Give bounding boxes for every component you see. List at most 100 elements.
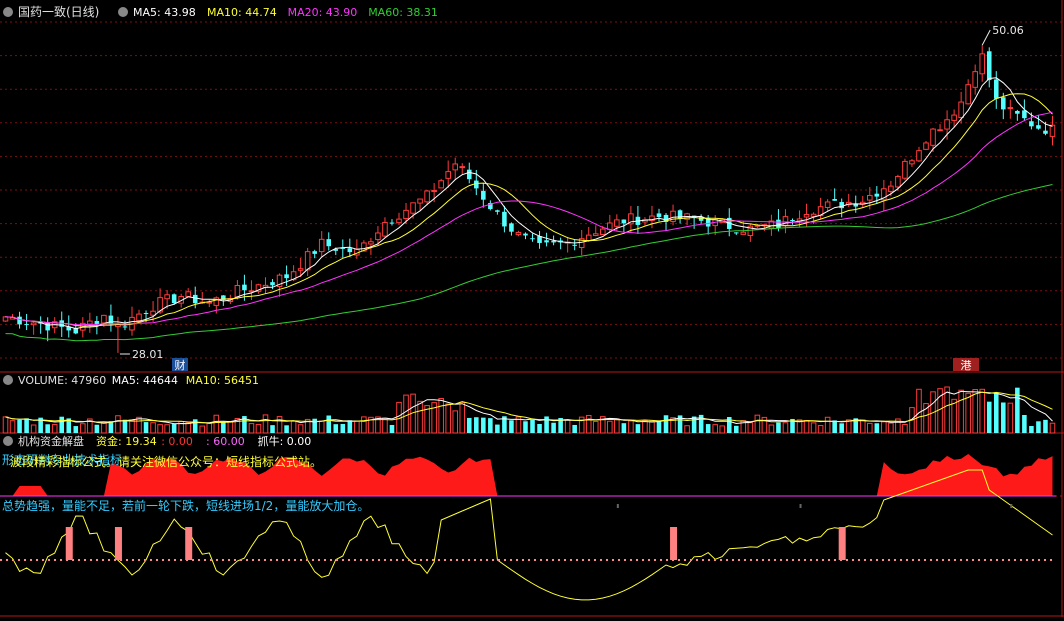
candle-body xyxy=(474,180,479,189)
volume-bar xyxy=(734,425,739,433)
candle-body xyxy=(734,232,739,234)
volume-bar xyxy=(628,420,634,434)
volume-bar xyxy=(80,423,86,434)
buy-signal-bar xyxy=(185,527,193,560)
volume-bar xyxy=(24,418,29,433)
volume-bar xyxy=(585,414,592,434)
volume-bar xyxy=(684,425,690,434)
volume-bar xyxy=(810,422,817,434)
candle-body xyxy=(248,290,255,293)
volume-bar xyxy=(712,424,718,434)
volume-bar xyxy=(803,419,810,434)
candle-body xyxy=(502,211,507,227)
volume-bar xyxy=(361,416,367,434)
indicator-legend-1: : 0.00 xyxy=(161,435,193,448)
volume-bar xyxy=(30,424,37,434)
low-price-label: 28.01 xyxy=(132,348,164,361)
candle-body xyxy=(509,223,514,232)
ma-legend-0: MA5: 43.98 xyxy=(133,6,196,19)
volume-bar xyxy=(614,418,620,434)
stock-name: 国药一致(日线) xyxy=(18,5,99,19)
candle-body xyxy=(993,79,999,99)
volume-bar xyxy=(157,424,163,434)
volume-bar xyxy=(523,421,528,433)
candle-body xyxy=(530,238,535,240)
candle-body xyxy=(874,193,880,197)
volume-bar xyxy=(986,401,992,433)
candle-body xyxy=(284,274,289,279)
volume-bar xyxy=(445,403,451,434)
candle-body xyxy=(318,238,325,253)
candle-body xyxy=(1029,121,1034,127)
volume-bar xyxy=(115,415,121,434)
candle-body xyxy=(445,171,451,179)
candle-body xyxy=(242,284,247,291)
volume-bar xyxy=(832,420,837,433)
volume-bar xyxy=(221,421,226,433)
volume-ma-legend-0: MA5: 44644 xyxy=(112,374,178,387)
volume-bar xyxy=(354,420,360,434)
volume-bar xyxy=(782,422,789,434)
volume-bar xyxy=(284,425,289,433)
candle-body xyxy=(481,190,486,200)
candle-body xyxy=(776,219,781,229)
volume-bar xyxy=(944,386,950,434)
candle-body xyxy=(17,316,22,325)
candle-body xyxy=(515,231,522,236)
indicator-title: 机构资金解盘 xyxy=(18,434,84,448)
collapse-icon xyxy=(3,7,13,17)
buy-signal-bar xyxy=(838,527,846,560)
candle-body xyxy=(185,291,191,297)
volume-bar xyxy=(122,419,128,433)
candle-body xyxy=(234,285,241,298)
candle-body xyxy=(431,190,437,193)
candle-body xyxy=(368,241,374,245)
volume-bar xyxy=(290,420,297,434)
candle-body xyxy=(389,222,395,224)
candle-body xyxy=(312,251,317,254)
volume-bar xyxy=(45,424,50,433)
candle-body xyxy=(424,190,430,203)
candle-body xyxy=(965,84,971,105)
volume-bar xyxy=(262,414,269,434)
volume-bar xyxy=(73,426,79,433)
candle-body xyxy=(171,294,177,304)
candle-body xyxy=(192,294,198,304)
volume-bar xyxy=(276,416,283,434)
candle-body xyxy=(1007,107,1014,110)
volume-ma-legend-1: MA10: 56451 xyxy=(186,374,259,387)
volume-bar xyxy=(164,424,170,434)
buy-signal-bar xyxy=(114,527,122,560)
candle-body xyxy=(621,219,627,224)
tick-mark xyxy=(616,504,619,508)
volume-bar xyxy=(1001,402,1006,433)
candle-body xyxy=(607,222,613,230)
high-price-label: 50.06 xyxy=(992,24,1024,37)
volume-bar xyxy=(754,414,761,434)
candle-body xyxy=(972,71,978,88)
candle-body xyxy=(951,114,957,121)
candle-body xyxy=(466,169,472,180)
candle-body xyxy=(790,220,795,222)
volume-bar xyxy=(143,422,149,433)
volume-bar xyxy=(839,423,844,433)
candle-body xyxy=(1015,110,1020,114)
volume-bar xyxy=(564,419,571,434)
candle-body xyxy=(839,202,844,209)
candle-body xyxy=(979,53,986,75)
volume-bar xyxy=(761,416,768,434)
volume-bar xyxy=(993,393,999,433)
volume-bar xyxy=(1049,422,1056,434)
volume-bar xyxy=(817,425,824,434)
volume-bar xyxy=(59,416,65,433)
candle-body xyxy=(986,51,992,81)
volume-bar xyxy=(572,424,577,433)
candle-body xyxy=(45,322,50,331)
candle-body xyxy=(923,142,929,150)
volume-bar xyxy=(488,418,493,433)
candle-body xyxy=(1043,130,1048,134)
indicator-legend-2: : 60.00 xyxy=(206,435,245,448)
volume-bar xyxy=(874,423,880,433)
candle-body xyxy=(888,185,894,192)
collapse-icon xyxy=(3,375,13,385)
